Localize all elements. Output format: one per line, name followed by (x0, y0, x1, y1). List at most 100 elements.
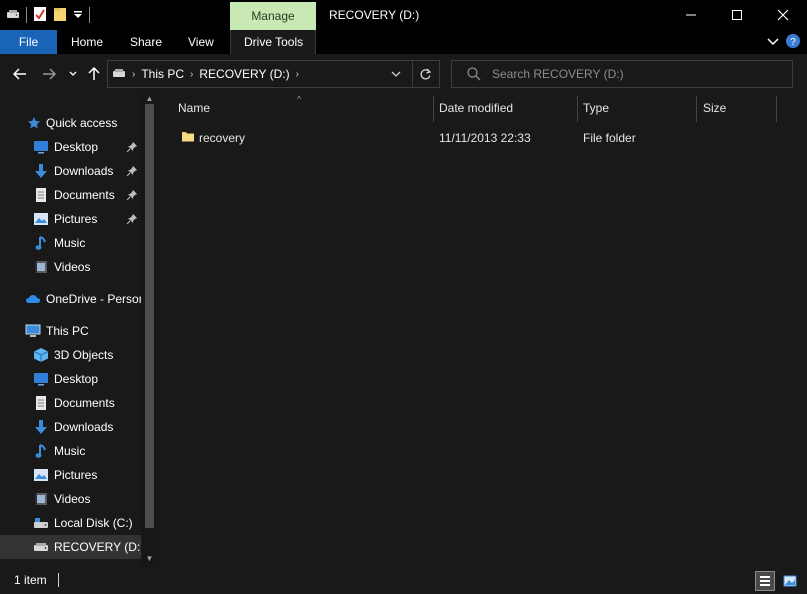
properties-icon[interactable] (33, 6, 47, 25)
navigation-pane: Quick access Desktop Downloads Documents (0, 94, 159, 568)
column-divider[interactable] (577, 96, 578, 122)
scrollbar-thumb[interactable] (145, 104, 154, 528)
tab-drive-tools[interactable]: Drive Tools (244, 30, 303, 54)
sidebar-item-label: Quick access (46, 116, 118, 130)
tab-file[interactable]: File (0, 30, 57, 54)
close-button[interactable] (760, 0, 806, 30)
sidebar-item-label: Videos (54, 260, 91, 274)
folder-icon (181, 129, 195, 146)
pin-icon[interactable] (126, 213, 138, 225)
maximize-button[interactable] (714, 0, 760, 30)
column-divider[interactable] (696, 96, 697, 122)
sidebar-item-pictures[interactable]: Pictures (0, 207, 141, 231)
pin-icon[interactable] (126, 141, 138, 153)
column-header-size[interactable]: Size (703, 94, 726, 122)
breadcrumb-this-pc[interactable]: This PC (141, 67, 184, 81)
ribbon-right-controls: ? (767, 30, 807, 54)
3d-objects-icon (33, 347, 49, 363)
breadcrumb-chevron[interactable]: › (296, 69, 299, 80)
sidebar-item-documents[interactable]: Documents (0, 183, 141, 207)
sidebar-item-recovery[interactable]: RECOVERY (D:) (0, 535, 141, 559)
documents-icon (33, 187, 49, 203)
ribbon-tabs: File Home Share View Drive Tools ? (0, 30, 807, 54)
sidebar-item-desktop[interactable]: Desktop (0, 367, 141, 391)
address-bar[interactable]: › This PC › RECOVERY (D:) › (107, 60, 440, 88)
recent-locations-button[interactable] (64, 65, 82, 83)
customize-toolbar-icon[interactable] (73, 8, 83, 23)
expand-ribbon-icon[interactable] (767, 35, 779, 49)
sidebar-item-videos[interactable]: Videos (0, 255, 141, 279)
sidebar-item-downloads[interactable]: Downloads (0, 415, 141, 439)
new-folder-icon[interactable] (53, 6, 67, 25)
search-input[interactable]: Search RECOVERY (D:) (492, 61, 624, 87)
title-bar: Manage RECOVERY (D:) (0, 0, 807, 30)
breadcrumb-recovery[interactable]: RECOVERY (D:) (199, 67, 289, 81)
sidebar-item-label: Desktop (54, 140, 99, 154)
status-divider (58, 573, 59, 587)
tab-share[interactable]: Share (130, 30, 162, 54)
column-divider[interactable] (433, 96, 434, 122)
minimize-button[interactable] (668, 0, 714, 30)
address-dropdown-button[interactable] (383, 61, 409, 87)
toolbar-divider (26, 7, 27, 23)
drive-icon[interactable] (6, 8, 20, 23)
sidebar-item-3d-objects[interactable]: 3D Objects (0, 343, 141, 367)
column-header-date-modified[interactable]: Date modified (439, 94, 513, 122)
sidebar-item-label: RECOVERY (D:) (54, 540, 141, 554)
scroll-up-icon[interactable]: ▲ (141, 94, 158, 104)
videos-icon (33, 491, 49, 507)
column-header-type[interactable]: Type (583, 94, 609, 122)
scroll-down-icon[interactable]: ▼ (141, 554, 158, 564)
sidebar-item-pictures[interactable]: Pictures (0, 463, 141, 487)
sidebar-item-documents[interactable]: Documents (0, 391, 141, 415)
sidebar-item-label: Pictures (54, 468, 98, 482)
file-list: ^ Name Date modified Type Size recovery … (159, 94, 807, 568)
sidebar-item-videos[interactable]: Videos (0, 487, 141, 511)
videos-icon (33, 259, 49, 275)
pin-icon[interactable] (126, 165, 138, 177)
details-view-button[interactable] (755, 571, 775, 591)
music-icon (33, 235, 49, 251)
sidebar-item-local-disk[interactable]: Local Disk (C:) (0, 511, 141, 535)
sidebar-item-this-pc[interactable]: This PC (0, 319, 141, 343)
sidebar-item-music[interactable]: Music (0, 439, 141, 463)
minimize-icon (686, 14, 696, 16)
desktop-icon (33, 139, 49, 155)
breadcrumb-chevron[interactable]: › (190, 69, 193, 80)
sidebar-item-label: Music (54, 236, 86, 250)
sidebar-scrollbar[interactable]: ▲ ▼ (141, 94, 158, 568)
sidebar-item-label: Local Disk (C:) (54, 516, 133, 530)
help-icon[interactable]: ? (785, 33, 801, 52)
sidebar-item-onedrive[interactable]: OneDrive - Person (0, 287, 141, 311)
sidebar-item-label: Pictures (54, 212, 98, 226)
computer-icon (25, 323, 41, 339)
sort-ascending-icon: ^ (297, 94, 302, 104)
pin-icon[interactable] (126, 189, 138, 201)
downloads-icon (33, 163, 49, 179)
sidebar-item-label: Desktop (54, 372, 99, 386)
close-icon (777, 9, 789, 21)
tab-view[interactable]: View (188, 30, 214, 54)
sidebar-item-label: Downloads (54, 164, 114, 178)
svg-text:?: ? (790, 37, 796, 48)
up-button[interactable] (85, 65, 103, 83)
table-row[interactable]: recovery 11/11/2013 22:33 File folder (173, 125, 783, 149)
refresh-button[interactable] (412, 61, 438, 87)
manage-tab[interactable]: Manage (230, 2, 316, 30)
sidebar-item-label: Music (54, 444, 86, 458)
sidebar-item-label: 3D Objects (54, 348, 114, 362)
sidebar-item-music[interactable]: Music (0, 231, 141, 255)
sidebar-item-downloads[interactable]: Downloads (0, 159, 141, 183)
sidebar-item-desktop[interactable]: Desktop (0, 135, 141, 159)
column-divider[interactable] (776, 96, 777, 122)
back-button[interactable] (11, 65, 29, 83)
tab-home[interactable]: Home (71, 30, 103, 54)
column-header-name[interactable]: Name (178, 94, 210, 122)
arrow-left-icon (13, 68, 26, 80)
forward-button[interactable] (40, 65, 58, 83)
large-icons-view-button[interactable] (780, 571, 800, 591)
sidebar-item-label: Documents (54, 188, 115, 202)
breadcrumb-chevron[interactable]: › (132, 69, 135, 80)
search-box[interactable]: Search RECOVERY (D:) (451, 60, 793, 88)
sidebar-item-quick-access[interactable]: Quick access (0, 111, 141, 135)
